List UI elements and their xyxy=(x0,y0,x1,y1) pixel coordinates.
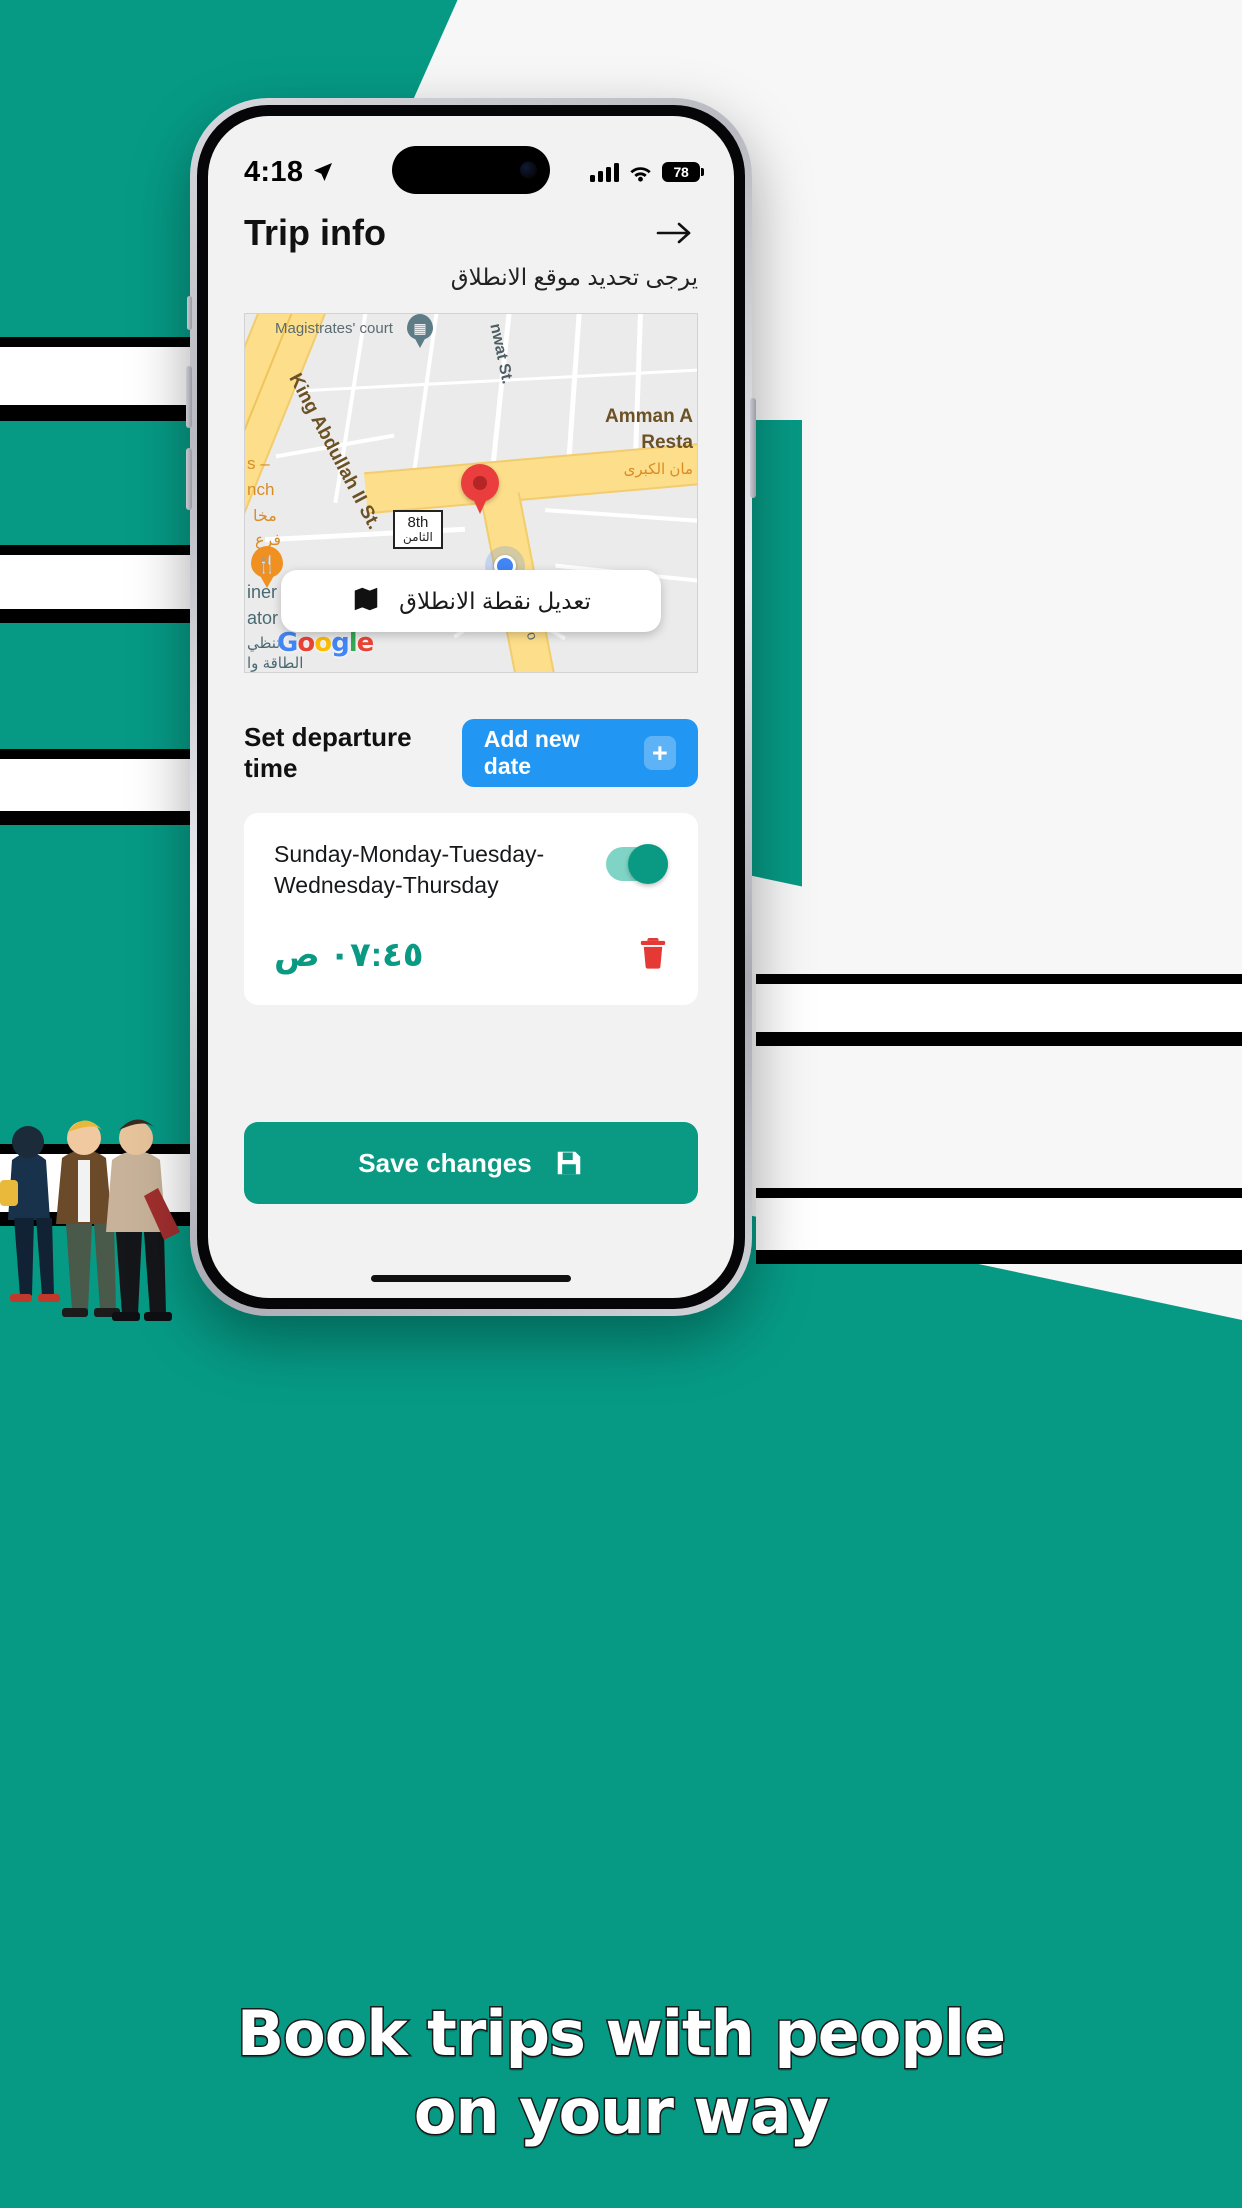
front-camera-icon xyxy=(520,161,537,179)
location-arrow-icon xyxy=(314,163,333,181)
save-changes-label: Save changes xyxy=(358,1147,532,1178)
map-label-ator: ator xyxy=(247,608,279,628)
promo-caption: Book trips with people on your way xyxy=(0,1995,1242,2150)
battery-level-label: 78 xyxy=(673,164,689,180)
map-label-s-dash: s – xyxy=(247,454,270,473)
road-stripe-black-3 xyxy=(0,545,192,555)
road-stripe-black-r1 xyxy=(756,974,1242,984)
silent-switch[interactable] xyxy=(187,296,192,330)
road-stripe-black-1 xyxy=(0,337,192,347)
promo-line-2: on your way xyxy=(412,2073,830,2149)
restaurant-pin-icon: 🍴 xyxy=(251,546,283,588)
road-stripe-black-5 xyxy=(0,749,192,759)
status-time: 4:18 xyxy=(244,155,304,188)
map-label-nch: nch xyxy=(247,480,275,499)
schedule-time-label[interactable]: ٠٧:٤٥ ص xyxy=(274,935,424,975)
road-stripe-black-4 xyxy=(0,609,192,623)
schedule-enabled-toggle[interactable] xyxy=(606,844,668,884)
save-changes-button[interactable]: Save changes xyxy=(244,1122,698,1204)
road-stripe-black-r3 xyxy=(756,1188,1242,1198)
map-label-mkha: مخا xyxy=(253,508,277,525)
page-subtitle: يرجى تحديد موقع الانطلاق xyxy=(450,264,698,290)
schedule-card: Sunday-Monday-Tuesday-Wednesday-Thursday… xyxy=(244,813,698,1006)
status-bar-right: 78 xyxy=(590,162,704,182)
forward-button[interactable] xyxy=(652,213,698,253)
road-stripe-black-r4 xyxy=(756,1250,1242,1264)
red-location-pin[interactable] xyxy=(461,464,499,516)
schedule-card-bottom: ٠٧:٤٥ ص xyxy=(274,935,668,975)
wifi-icon xyxy=(630,166,651,182)
status-bar-left: 4:18 xyxy=(244,156,335,189)
departure-section-header: Set departure time Add new date + xyxy=(244,719,698,787)
road-stripe-white-1 xyxy=(0,345,192,407)
page-title: Trip info xyxy=(244,212,386,253)
road-stripe-white-r1 xyxy=(756,982,1242,1034)
road-stripe-black-6 xyxy=(0,811,192,825)
add-new-date-label: Add new date xyxy=(483,726,580,779)
save-disk-icon xyxy=(557,1151,580,1175)
people-illustration xyxy=(0,1119,180,1321)
road-stripe-white-3 xyxy=(0,757,192,813)
edit-start-point-label: تعديل نقطة الانطلاق xyxy=(399,587,591,614)
departure-section-title: Set departure time xyxy=(244,722,412,783)
route-shield-8th: 8th الثامن xyxy=(393,510,443,550)
volume-down-button[interactable] xyxy=(186,448,192,510)
map-label-arabic-kubra: مان الكبرى xyxy=(623,461,693,478)
app-header: Trip info xyxy=(208,212,734,254)
volume-up-button[interactable] xyxy=(186,366,192,428)
road-stripe-white-2 xyxy=(0,553,192,611)
home-indicator xyxy=(371,1275,571,1282)
plus-icon: + xyxy=(643,736,676,770)
route-shield-number: 8th xyxy=(407,514,429,531)
dynamic-island xyxy=(392,146,550,194)
add-new-date-button[interactable]: Add new date + xyxy=(461,719,698,787)
delete-schedule-button[interactable] xyxy=(638,936,668,975)
poster-stage: 4:18 78 Trip info يرجى تحديد موقع الانطل… xyxy=(0,0,1242,2208)
edit-start-point-button[interactable]: تعديل نقطة الانطلاق xyxy=(281,570,661,632)
toggle-knob xyxy=(628,844,668,884)
battery-icon: 78 xyxy=(662,162,704,182)
map-label-resta: Resta xyxy=(641,432,693,453)
cellular-bars-icon xyxy=(590,162,619,182)
map-view[interactable]: Magistrates' court King Abdullah II St. … xyxy=(244,313,698,673)
map-label-amman-a: Amman A xyxy=(605,406,693,427)
road-stripe-black-r2 xyxy=(756,1032,1242,1046)
route-shield-arabic: الثامن xyxy=(403,529,433,544)
map-icon xyxy=(351,584,381,619)
power-button[interactable] xyxy=(750,398,756,498)
trash-icon xyxy=(640,937,666,969)
courthouse-pin-icon: ▦ xyxy=(407,314,433,348)
phone-device: 4:18 78 Trip info يرجى تحديد موقع الانطل… xyxy=(186,98,756,1316)
road-stripe-white-r2 xyxy=(756,1196,1242,1252)
map-label-tanzim: تنظي xyxy=(247,635,281,652)
road-stripe-black-2 xyxy=(0,405,192,421)
app-content: Trip info يرجى تحديد موقع الانطلاق Magis… xyxy=(208,116,734,1298)
arrow-right-icon xyxy=(656,222,691,244)
phone-bezel: 4:18 78 Trip info يرجى تحديد موقع الانطل… xyxy=(197,105,745,1309)
map-label-magistrates-court: Magistrates' court xyxy=(275,320,393,337)
schedule-card-top: Sunday-Monday-Tuesday-Wednesday-Thursday xyxy=(274,839,668,901)
schedule-days-label: Sunday-Monday-Tuesday-Wednesday-Thursday xyxy=(274,841,545,899)
phone-screen: 4:18 78 Trip info يرجى تحديد موقع الانطل… xyxy=(208,116,734,1298)
promo-line-1: Book trips with people xyxy=(235,1996,1007,2072)
google-logo: Google xyxy=(277,628,374,658)
